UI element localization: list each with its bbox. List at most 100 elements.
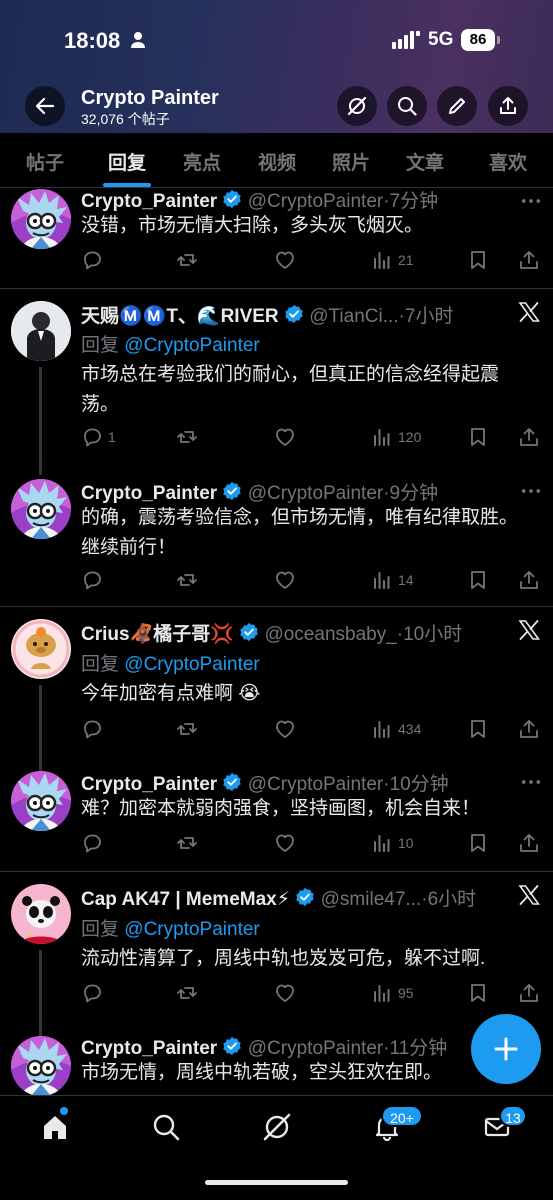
like-button[interactable] bbox=[274, 832, 296, 854]
bookmark-button[interactable] bbox=[467, 426, 489, 448]
nav-home[interactable] bbox=[40, 1112, 70, 1142]
share-tweet-button[interactable] bbox=[518, 249, 540, 271]
author-handle[interactable]: @oceansbaby_ bbox=[264, 624, 396, 645]
more-options-button[interactable] bbox=[519, 481, 543, 501]
reply-button[interactable]: 1 bbox=[81, 426, 116, 448]
like-button[interactable] bbox=[274, 426, 296, 448]
author-name[interactable]: 天赐Ⓜ️Ⓜ️T、🌊RIVER bbox=[81, 306, 279, 327]
share-icon bbox=[518, 249, 540, 271]
bookmark-button[interactable] bbox=[467, 569, 489, 591]
author-handle[interactable]: @CryptoPainter bbox=[248, 483, 383, 504]
bookmark-button[interactable] bbox=[467, 718, 489, 740]
avatar[interactable] bbox=[11, 479, 71, 539]
share-tweet-button[interactable] bbox=[518, 718, 540, 740]
bookmark-button[interactable] bbox=[467, 832, 489, 854]
share-tweet-button[interactable] bbox=[518, 426, 540, 448]
share-icon bbox=[518, 569, 540, 591]
share-tweet-button[interactable] bbox=[518, 569, 540, 591]
reply-button[interactable] bbox=[81, 569, 103, 591]
search-button[interactable] bbox=[387, 86, 427, 126]
tweet-time: ·11分钟 bbox=[383, 1038, 448, 1059]
tweet-actions: 1 120 bbox=[81, 426, 541, 448]
like-button[interactable] bbox=[274, 982, 296, 1004]
reply-to-handle[interactable]: @CryptoPainter bbox=[124, 654, 259, 675]
like-button[interactable] bbox=[274, 569, 296, 591]
bookmark-button[interactable] bbox=[467, 249, 489, 271]
retweet-button[interactable] bbox=[176, 569, 198, 591]
x-logo-icon[interactable] bbox=[518, 884, 540, 906]
share-tweet-button[interactable] bbox=[518, 832, 540, 854]
bookmark-button[interactable] bbox=[467, 982, 489, 1004]
author-name[interactable]: Crypto_Painter bbox=[81, 191, 217, 212]
views-button[interactable]: 10 bbox=[371, 832, 414, 854]
x-logo-icon[interactable] bbox=[518, 301, 540, 323]
reply-button[interactable] bbox=[81, 249, 103, 271]
views-button[interactable]: 434 bbox=[371, 718, 421, 740]
reply-button[interactable] bbox=[81, 718, 103, 740]
author-handle[interactable]: @CryptoPainter bbox=[248, 191, 383, 212]
views-button[interactable]: 95 bbox=[371, 982, 414, 1004]
share-icon bbox=[518, 426, 540, 448]
tweet-text: 今年加密有点难啊 😭 bbox=[81, 683, 261, 704]
grok-button[interactable] bbox=[337, 86, 377, 126]
nav-search[interactable] bbox=[151, 1112, 181, 1142]
more-icon bbox=[521, 197, 541, 205]
reply-to-handle[interactable]: @CryptoPainter bbox=[124, 919, 259, 940]
reply-button[interactable] bbox=[81, 832, 103, 854]
user-photo bbox=[11, 884, 71, 944]
back-button[interactable] bbox=[25, 86, 65, 126]
reply-button[interactable] bbox=[81, 982, 103, 1004]
avatar[interactable] bbox=[11, 619, 71, 679]
tab-posts[interactable]: 帖子 bbox=[26, 148, 64, 175]
author-name[interactable]: Cap AK47 | MemeMax⚡ bbox=[81, 889, 290, 910]
tab-videos[interactable]: 视频 bbox=[258, 148, 296, 175]
views-icon bbox=[371, 982, 393, 1004]
avatar[interactable] bbox=[11, 771, 71, 831]
views-icon bbox=[371, 249, 393, 271]
author-name[interactable]: Crius🦧橘子哥💢 bbox=[81, 624, 234, 645]
divider bbox=[0, 606, 553, 607]
avatar[interactable] bbox=[11, 301, 71, 361]
share-tweet-button[interactable] bbox=[518, 982, 540, 1004]
share-button[interactable] bbox=[488, 86, 528, 126]
profile-tabs: 帖子 回复 亮点 视频 照片 文章 喜欢 bbox=[0, 133, 553, 188]
edit-button[interactable] bbox=[437, 86, 477, 126]
retweet-button[interactable] bbox=[176, 832, 198, 854]
compose-button[interactable] bbox=[471, 1014, 541, 1084]
views-button[interactable]: 120 bbox=[371, 426, 421, 448]
tweet-time: ·7分钟 bbox=[383, 191, 439, 212]
network-type: 5G bbox=[428, 29, 454, 50]
tab-highlights[interactable]: 亮点 bbox=[183, 148, 221, 175]
author-name[interactable]: Crypto_Painter bbox=[81, 774, 217, 795]
tab-replies[interactable]: 回复 bbox=[108, 148, 146, 175]
like-button[interactable] bbox=[274, 718, 296, 740]
search-icon bbox=[398, 97, 417, 116]
avatar[interactable] bbox=[11, 1036, 71, 1095]
author-handle[interactable]: @CryptoPainter bbox=[248, 774, 383, 795]
author-handle[interactable]: @smile47... bbox=[321, 889, 422, 910]
retweet-button[interactable] bbox=[176, 718, 198, 740]
plus-icon bbox=[494, 1037, 518, 1061]
tab-likes[interactable]: 喜欢 bbox=[489, 148, 527, 175]
views-button[interactable]: 14 bbox=[371, 569, 414, 591]
avatar[interactable] bbox=[11, 884, 71, 944]
retweet-button[interactable] bbox=[176, 982, 198, 1004]
replies-feed: Crypto_Painter @CryptoPainter·7分钟 没错，市场无… bbox=[0, 189, 553, 1095]
more-options-button[interactable] bbox=[519, 772, 543, 792]
author-handle[interactable]: @CryptoPainter bbox=[248, 1038, 383, 1059]
nav-grok[interactable] bbox=[262, 1112, 292, 1142]
author-name[interactable]: Crypto_Painter bbox=[81, 1038, 217, 1059]
avatar[interactable] bbox=[11, 189, 71, 249]
tab-articles[interactable]: 文章 bbox=[406, 148, 444, 175]
tab-photos[interactable]: 照片 bbox=[332, 148, 370, 175]
x-logo-icon[interactable] bbox=[518, 619, 540, 641]
views-button[interactable]: 21 bbox=[371, 249, 414, 271]
author-handle[interactable]: @TianCi... bbox=[309, 306, 398, 327]
like-button[interactable] bbox=[274, 249, 296, 271]
status-time: 18:08 bbox=[64, 28, 121, 53]
reply-to-handle[interactable]: @CryptoPainter bbox=[124, 335, 259, 356]
retweet-button[interactable] bbox=[176, 249, 198, 271]
author-name[interactable]: Crypto_Painter bbox=[81, 483, 217, 504]
retweet-button[interactable] bbox=[176, 426, 198, 448]
more-options-button[interactable] bbox=[519, 191, 543, 211]
